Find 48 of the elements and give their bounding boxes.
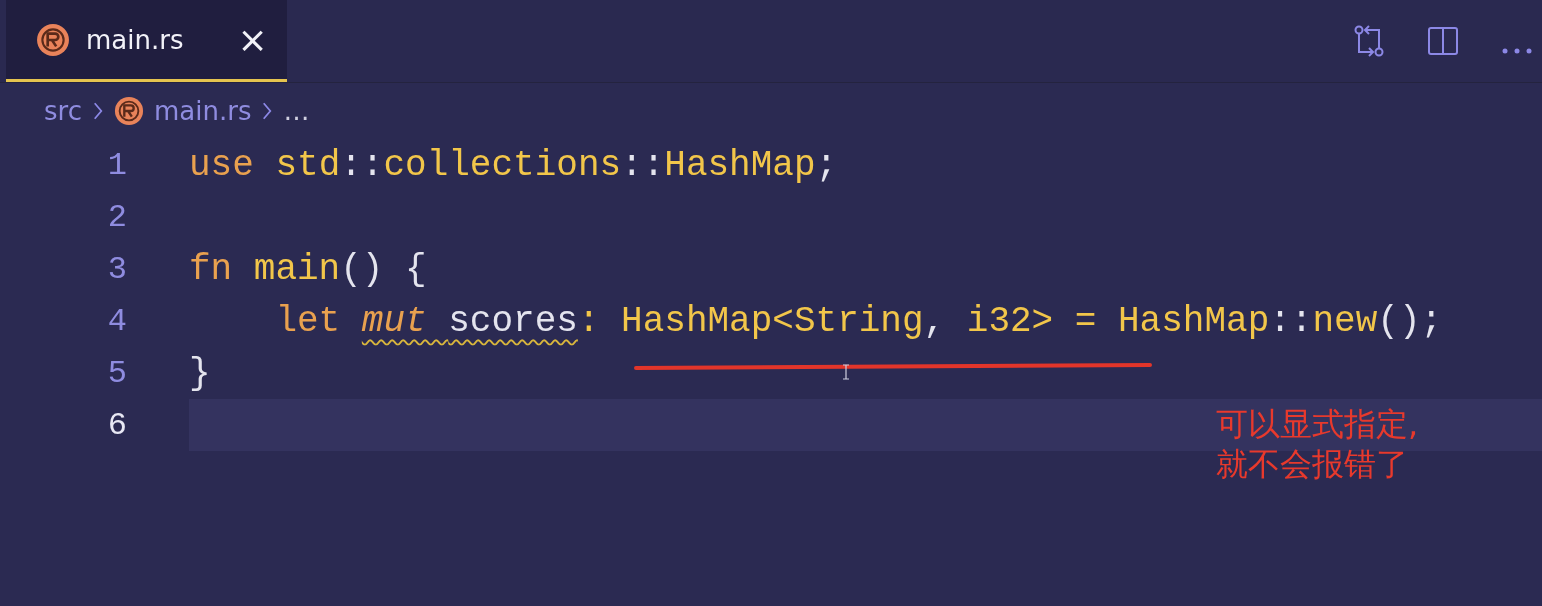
- compare-changes-icon[interactable]: [1352, 24, 1386, 58]
- chevron-icon: [91, 100, 104, 122]
- editor-tab[interactable]: main.rs ×: [6, 0, 287, 82]
- code-token: ,: [923, 300, 947, 342]
- line-number: 5: [106, 354, 127, 392]
- code-token: scores: [448, 300, 578, 342]
- code-token: ();: [1377, 300, 1443, 342]
- breadcrumb-item[interactable]: src: [44, 96, 82, 126]
- code-token: i32: [966, 300, 1032, 342]
- code-token: collections: [383, 144, 622, 186]
- code-token: ::: [621, 144, 665, 186]
- annotation-text: 就不会报错了: [1216, 444, 1409, 484]
- code-token: HashMap: [1118, 300, 1270, 342]
- annotation-text: 可以显式指定,: [1216, 404, 1419, 444]
- code-token: ;: [815, 144, 838, 186]
- close-button[interactable]: ×: [237, 21, 268, 58]
- code-token: <: [772, 300, 794, 342]
- code-token: =: [1073, 300, 1098, 342]
- code-token: fn: [189, 248, 234, 290]
- line-number: 6: [106, 406, 127, 444]
- code-token: use: [189, 144, 255, 186]
- split-editor-icon[interactable]: [1426, 24, 1460, 58]
- rust-logo-icon: [36, 22, 70, 57]
- line-number: 2: [106, 198, 127, 236]
- code-token: :: [577, 300, 601, 342]
- code-token: >: [1031, 300, 1054, 342]
- text-cursor-icon: [842, 364, 850, 380]
- rust-logo-icon: [113, 96, 144, 126]
- code-token: ::: [1269, 300, 1313, 342]
- code-token: main: [253, 248, 341, 290]
- breadcrumb-item[interactable]: main.rs: [153, 96, 252, 126]
- line-number: 4: [106, 302, 127, 340]
- code-token: let: [275, 300, 342, 342]
- code-token: ::: [340, 144, 384, 186]
- more-icon[interactable]: [1500, 46, 1534, 56]
- line-number: 3: [106, 250, 127, 288]
- code-token: new: [1312, 300, 1378, 342]
- code-token: HashMap: [664, 144, 816, 186]
- breadcrumb-item[interactable]: …: [283, 96, 310, 126]
- code-token: }: [189, 352, 211, 394]
- line-number: 1: [106, 146, 127, 184]
- chevron-icon: [261, 100, 274, 122]
- code-token: std: [275, 144, 341, 186]
- tab-label: main.rs: [86, 24, 184, 55]
- code-token: () {: [340, 248, 427, 290]
- code-token: HashMap: [621, 300, 773, 342]
- code-token: String: [793, 300, 924, 342]
- code-token: mut: [361, 300, 428, 342]
